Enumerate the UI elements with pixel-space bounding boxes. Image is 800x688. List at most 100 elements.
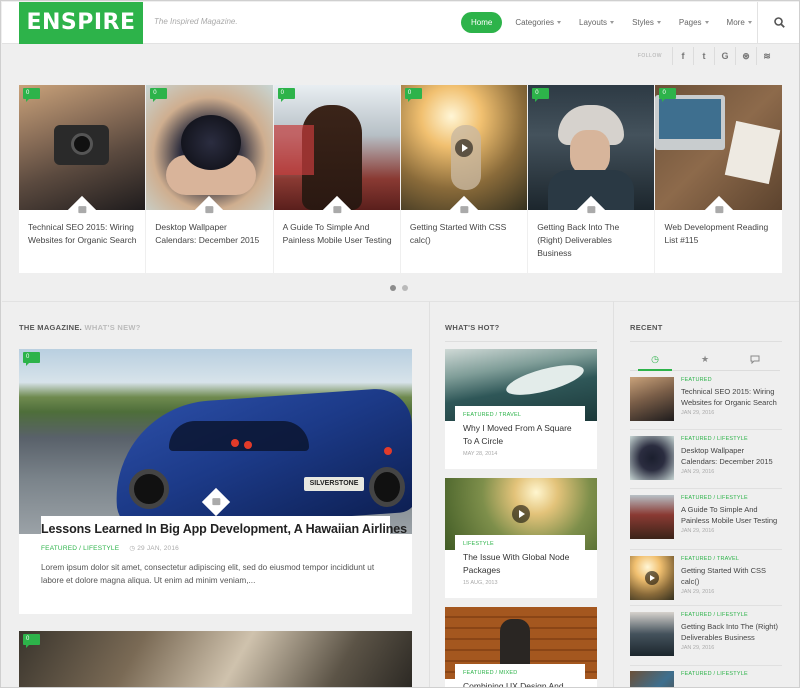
slider-card[interactable]: 0 A Guide To Simple And Painless Mobile … bbox=[273, 85, 400, 273]
license-plate: SILVERSTONE bbox=[304, 477, 364, 491]
featured-article[interactable]: SILVERSTONE 0 Lessons Learned In Big App… bbox=[19, 349, 412, 614]
article-date: 15 AUG, 2013 bbox=[463, 580, 498, 586]
nav-styles[interactable]: Styles bbox=[623, 12, 670, 33]
recent-item[interactable]: FEATURED / TRAVEL Getting Started With C… bbox=[630, 556, 782, 608]
hot-article-title[interactable]: Combining UX Design And bbox=[463, 680, 577, 687]
magazine-title: THE MAGAZINE. bbox=[19, 323, 83, 332]
nav-more[interactable]: More bbox=[718, 12, 761, 33]
slider-image[interactable] bbox=[528, 85, 655, 210]
site-tagline: The Inspired Magazine. bbox=[154, 17, 238, 26]
slider-card[interactable]: 0 Getting Back Into The (Right) Delivera… bbox=[528, 85, 655, 273]
search-icon bbox=[774, 17, 785, 28]
recent-thumb[interactable] bbox=[630, 495, 674, 539]
nav-home[interactable]: Home bbox=[461, 12, 503, 33]
slider-dot[interactable] bbox=[390, 285, 396, 291]
slider-title[interactable]: Getting Started With CSS calc() bbox=[410, 221, 519, 247]
article-category[interactable]: FEATURED / MIXED bbox=[463, 670, 577, 676]
section-title-hot: WHAT'S HOT? bbox=[445, 323, 500, 332]
comment-count: 0 bbox=[26, 636, 30, 642]
follow-bar: FOLLOW f t G ⊛ ≋ bbox=[638, 47, 777, 65]
comment-count: 0 bbox=[407, 90, 412, 96]
article-category[interactable]: FEATURED / LIFESTYLE bbox=[681, 495, 781, 501]
slider-image[interactable] bbox=[655, 85, 782, 210]
top-bar: ENSPIRE The Inspired Magazine. Home Cate… bbox=[2, 2, 799, 44]
hot-article[interactable]: FEATURED / TRAVEL Why I Moved From A Squ… bbox=[445, 349, 597, 469]
slider-image[interactable] bbox=[273, 85, 400, 210]
comment-count: 0 bbox=[662, 90, 666, 96]
google-icon[interactable]: G bbox=[714, 47, 735, 65]
star-icon[interactable]: ★ bbox=[680, 349, 730, 370]
play-icon[interactable] bbox=[645, 571, 659, 585]
facebook-icon[interactable]: f bbox=[672, 47, 693, 65]
search-button[interactable] bbox=[757, 2, 799, 44]
comments-badge: 0 bbox=[659, 88, 677, 102]
recent-thumb[interactable] bbox=[630, 556, 674, 600]
recent-item[interactable]: FEATURED / LIFESTYLE Desktop Wallpaper C… bbox=[630, 436, 782, 488]
slider-title[interactable]: A Guide To Simple And Painless Mobile Us… bbox=[283, 221, 392, 247]
comment-count: 0 bbox=[26, 354, 30, 360]
hot-article-title[interactable]: The Issue With Global Node Packages bbox=[463, 551, 577, 577]
recent-title[interactable]: Technical SEO 2015: Wiring Websites for … bbox=[681, 386, 781, 408]
comment-count: 0 bbox=[26, 90, 30, 96]
slider-image[interactable] bbox=[19, 85, 146, 210]
article-category[interactable]: FEATURED / LIFESTYLE bbox=[681, 436, 781, 442]
recent-item[interactable]: FEATURED / LIFESTYLE bbox=[630, 671, 782, 687]
article-category[interactable]: FEATURED / TRAVEL bbox=[463, 412, 577, 418]
article-card[interactable]: 0 bbox=[19, 631, 412, 687]
nav-categories[interactable]: Categories bbox=[506, 12, 570, 33]
article-category[interactable]: FEATURED bbox=[681, 377, 781, 383]
featured-article-title[interactable]: Lessons Learned In Big App Development, … bbox=[41, 522, 407, 536]
hot-article[interactable]: LIFESTYLE The Issue With Global Node Pac… bbox=[445, 478, 597, 598]
recent-thumb[interactable] bbox=[630, 612, 674, 656]
hot-article-body: LIFESTYLE The Issue With Global Node Pac… bbox=[455, 535, 585, 592]
slider-image[interactable] bbox=[146, 85, 273, 210]
dribbble-icon[interactable]: ⊛ bbox=[735, 47, 756, 65]
featured-slider: 0 Technical SEO 2015: Wiring Websites fo… bbox=[19, 85, 782, 275]
article-category[interactable]: FEATURED / TRAVEL bbox=[681, 556, 781, 562]
recent-item[interactable]: FEATURED / LIFESTYLE A Guide To Simple A… bbox=[630, 495, 782, 547]
recent-thumb[interactable] bbox=[630, 671, 674, 687]
slider-card[interactable]: 0 Desktop Wallpaper Calendars: December … bbox=[146, 85, 273, 273]
hot-article-body: FEATURED / TRAVEL Why I Moved From A Squ… bbox=[455, 406, 585, 463]
clock-icon[interactable]: ◷ bbox=[630, 349, 680, 371]
recent-title[interactable]: Getting Started With CSS calc() bbox=[681, 565, 781, 587]
slider-title[interactable]: Getting Back Into The (Right) Deliverabl… bbox=[537, 221, 646, 260]
slider-card[interactable]: 0 Getting Started With CSS calc() bbox=[400, 85, 528, 273]
article-date: MAY 28, 2014 bbox=[463, 451, 498, 457]
recent-item[interactable]: FEATURED / LIFESTYLE Getting Back Into T… bbox=[630, 612, 782, 664]
recent-thumb[interactable] bbox=[630, 377, 674, 421]
article-image[interactable] bbox=[19, 631, 412, 687]
site-logo[interactable]: ENSPIRE bbox=[19, 2, 143, 44]
comment-icon[interactable] bbox=[730, 349, 780, 370]
recent-title[interactable]: Desktop Wallpaper Calendars: December 20… bbox=[681, 445, 781, 467]
twitter-icon[interactable]: t bbox=[693, 47, 714, 65]
article-category[interactable]: FEATURED / LIFESTYLE bbox=[681, 671, 781, 677]
nav-pages[interactable]: Pages bbox=[670, 12, 718, 33]
recent-item[interactable]: FEATURED Technical SEO 2015: Wiring Webs… bbox=[630, 377, 782, 429]
recent-title[interactable]: A Guide To Simple And Painless Mobile Us… bbox=[681, 504, 781, 526]
recent-title[interactable]: Getting Back Into The (Right) Deliverabl… bbox=[681, 621, 781, 643]
article-category[interactable]: FEATURED / LIFESTYLE bbox=[681, 612, 781, 618]
page-frame: ENSPIRE The Inspired Magazine. Home Cate… bbox=[0, 0, 800, 688]
slider-title[interactable]: Desktop Wallpaper Calendars: December 20… bbox=[155, 221, 264, 247]
hot-article[interactable]: FEATURED / MIXED Combining UX Design And bbox=[445, 607, 597, 687]
recent-thumb[interactable] bbox=[630, 436, 674, 480]
divider bbox=[2, 301, 799, 302]
hot-article-body: FEATURED / MIXED Combining UX Design And bbox=[455, 664, 585, 687]
slider-card[interactable]: 0 Web Development Reading List #115 bbox=[655, 85, 782, 273]
rss-icon[interactable]: ≋ bbox=[756, 47, 777, 65]
slider-image[interactable] bbox=[400, 85, 528, 210]
chevron-down-icon bbox=[747, 21, 752, 25]
play-icon[interactable] bbox=[512, 505, 530, 523]
slider-title[interactable]: Technical SEO 2015: Wiring Websites for … bbox=[28, 221, 137, 247]
article-category[interactable]: LIFESTYLE bbox=[463, 541, 577, 547]
slider-title[interactable]: Web Development Reading List #115 bbox=[664, 221, 773, 247]
divider bbox=[429, 301, 430, 687]
slider-dot[interactable] bbox=[402, 285, 408, 291]
nav-layouts[interactable]: Layouts bbox=[570, 12, 623, 33]
play-icon[interactable] bbox=[455, 138, 474, 157]
chevron-down-icon bbox=[610, 21, 615, 25]
hot-article-title[interactable]: Why I Moved From A Square To A Circle bbox=[463, 422, 577, 448]
article-category[interactable]: FEATURED / LIFESTYLE bbox=[41, 545, 119, 552]
slider-card[interactable]: 0 Technical SEO 2015: Wiring Websites fo… bbox=[19, 85, 146, 273]
